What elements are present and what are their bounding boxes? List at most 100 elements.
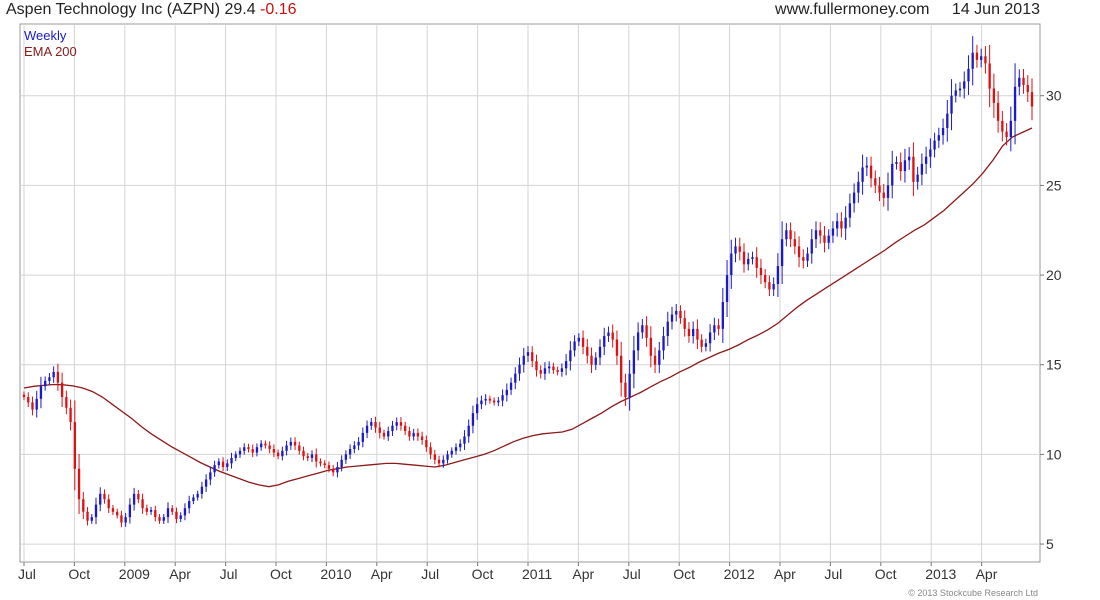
candle-up: [391, 425, 394, 432]
candle-down: [404, 425, 407, 432]
candle-down: [374, 422, 377, 428]
x-tick-label: Oct: [673, 566, 695, 582]
candle-down: [793, 239, 796, 247]
candle-down: [768, 282, 771, 290]
x-tick-label: Apr: [774, 566, 796, 582]
candle-down: [797, 246, 801, 258]
candle-down: [221, 461, 225, 467]
candle-up: [480, 400, 483, 405]
candle-up: [340, 459, 343, 467]
candle-up: [183, 508, 187, 516]
candle-up: [946, 113, 949, 129]
candle-up: [929, 149, 932, 157]
candle-up: [522, 355, 525, 365]
candle-down: [332, 468, 335, 473]
candle-down: [382, 432, 386, 437]
candle-up: [908, 156, 911, 161]
candle-down: [399, 422, 403, 426]
candle-down: [912, 156, 915, 182]
candle-up: [730, 253, 733, 276]
x-tick-label: Oct: [472, 566, 494, 582]
candle-down: [141, 499, 144, 509]
candle-down: [429, 447, 432, 455]
candle-down: [416, 432, 420, 437]
candle-down: [683, 318, 686, 329]
candle-down: [65, 397, 68, 408]
candle-up: [467, 425, 470, 437]
candle-down: [425, 440, 428, 448]
x-tick-label: Jul: [18, 566, 36, 582]
candle-down: [649, 337, 652, 356]
candle-down: [531, 352, 534, 362]
candle-up: [1013, 86, 1017, 121]
candle-up: [509, 382, 513, 390]
candle-down: [819, 230, 822, 236]
candle-up: [459, 443, 462, 448]
candle-down: [645, 325, 648, 338]
candle-up: [980, 56, 983, 60]
candle-down: [27, 397, 30, 403]
x-tick-label: Apr: [169, 566, 191, 582]
candle-up: [132, 493, 136, 505]
x-tick-label: Apr: [572, 566, 594, 582]
candle-up: [747, 258, 750, 265]
candle-down: [251, 449, 254, 453]
candle-down: [823, 235, 826, 243]
candle-down: [581, 337, 585, 347]
candle-up: [836, 221, 839, 229]
candle-down: [56, 371, 60, 383]
candle-up: [162, 517, 165, 521]
candle-down: [996, 102, 1000, 121]
candle-up: [35, 398, 38, 410]
candle-up: [886, 185, 890, 198]
candle-up: [124, 517, 127, 523]
candle-up: [370, 422, 373, 426]
candle-up: [937, 135, 940, 141]
candle-up: [958, 88, 962, 91]
candle-up: [471, 413, 475, 426]
candle-down: [247, 447, 250, 450]
candle-up: [192, 497, 195, 502]
candle-up: [505, 389, 508, 396]
candle-down: [1022, 77, 1025, 85]
candle-up: [442, 459, 445, 464]
x-tick-label: Apr: [976, 566, 998, 582]
candle-down: [988, 63, 991, 89]
candle-down: [433, 454, 436, 460]
candle-down: [492, 400, 496, 403]
candle-up: [476, 404, 479, 414]
candle-up: [196, 493, 199, 498]
candle-down: [717, 325, 720, 329]
plot-frame: [19, 23, 1041, 563]
candle-up: [463, 436, 466, 444]
x-tick-label: Jul: [220, 566, 238, 582]
candle-up: [281, 450, 284, 457]
candle-down: [679, 310, 682, 319]
candle-up: [954, 90, 957, 96]
candle-down: [378, 427, 381, 433]
x-tick-label: Oct: [270, 566, 292, 582]
y-axis: 5 10 15 20 25 30: [1040, 88, 1062, 552]
candle-up: [852, 192, 856, 204]
candle-up: [577, 337, 580, 342]
candle-down: [420, 436, 424, 441]
candle-up: [289, 441, 292, 446]
candle-up: [446, 454, 449, 460]
candle-up: [780, 239, 784, 267]
candle-up: [450, 450, 453, 455]
candle-down: [624, 382, 627, 398]
candle-down: [323, 463, 326, 466]
candle-up: [243, 447, 246, 451]
candle-down: [700, 339, 703, 347]
candle-up: [814, 230, 818, 240]
candle-down: [293, 441, 297, 446]
candle-up: [497, 400, 500, 403]
candle-up: [564, 361, 568, 369]
candle-down: [302, 450, 305, 457]
x-tick-label: 2010: [320, 566, 351, 582]
candle-up: [361, 432, 364, 442]
candle-up: [607, 332, 610, 337]
candle-up: [891, 163, 894, 186]
candle-down: [116, 511, 119, 516]
candle-down: [272, 449, 276, 453]
